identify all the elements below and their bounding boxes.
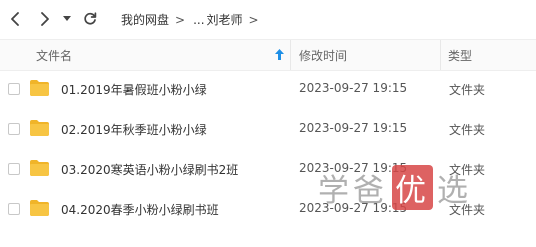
watermark-char: 选 (437, 172, 472, 209)
column-divider[interactable] (440, 40, 441, 70)
folder-icon (30, 160, 49, 176)
column-header-modified[interactable]: 修改时间 (299, 47, 347, 64)
folder-icon (30, 80, 49, 96)
file-row[interactable]: 01.2019年暑假班小粉小绿 2023-09-27 19:15 文件夹 (0, 70, 536, 110)
column-header-name[interactable]: 文件名 (36, 47, 72, 64)
row-checkbox[interactable] (8, 203, 20, 215)
watermark-char-highlight: 优 (392, 164, 433, 210)
row-checkbox[interactable] (8, 123, 20, 135)
breadcrumb-separator: > (175, 12, 186, 27)
column-divider[interactable] (290, 40, 291, 70)
file-modified: 2023-09-27 19:15 (299, 81, 408, 95)
folder-icon (30, 200, 49, 216)
file-name[interactable]: 04.2020春季小粉小绿刷书班 (61, 201, 219, 218)
watermark-char: 爸 (353, 172, 388, 209)
breadcrumb-ellipsis[interactable]: ... (193, 13, 204, 27)
refresh-icon (84, 12, 97, 25)
file-list-header: 文件名 修改时间 类型 (0, 39, 536, 71)
toolbar: 我的网盘 > ... 刘老师 > (0, 0, 536, 38)
file-modified: 2023-09-27 19:15 (299, 121, 408, 135)
row-checkbox[interactable] (8, 163, 20, 175)
file-name[interactable]: 03.2020寒英语小粉小绿刷书2班 (61, 161, 238, 178)
watermark-char: 学 (318, 172, 353, 209)
file-type: 文件夹 (449, 83, 486, 97)
sort-up-arrow-icon[interactable] (275, 49, 284, 60)
refresh-button[interactable] (80, 9, 100, 29)
file-type: 文件夹 (449, 123, 486, 137)
breadcrumb-root[interactable]: 我的网盘 (121, 11, 169, 28)
folder-icon (30, 120, 49, 136)
file-row[interactable]: 02.2019年秋季班小粉小绿 2023-09-27 19:15 文件夹 (0, 110, 536, 150)
chevron-left-icon (11, 12, 19, 26)
chevron-right-icon (41, 12, 49, 26)
breadcrumb-separator-end: > (248, 12, 259, 27)
watermark-logo: 学 爸 优 选 (318, 163, 472, 211)
file-name[interactable]: 02.2019年秋季班小粉小绿 (61, 121, 207, 138)
breadcrumb-current[interactable]: 刘老师 (207, 11, 243, 28)
column-header-type[interactable]: 类型 (448, 47, 472, 64)
history-dropdown-button[interactable] (59, 9, 75, 29)
breadcrumb: 我的网盘 > ... 刘老师 > (121, 11, 267, 28)
forward-button[interactable] (35, 9, 55, 29)
back-button[interactable] (5, 9, 25, 29)
row-checkbox[interactable] (8, 83, 20, 95)
caret-down-icon (63, 16, 71, 21)
file-name[interactable]: 01.2019年暑假班小粉小绿 (61, 81, 207, 98)
